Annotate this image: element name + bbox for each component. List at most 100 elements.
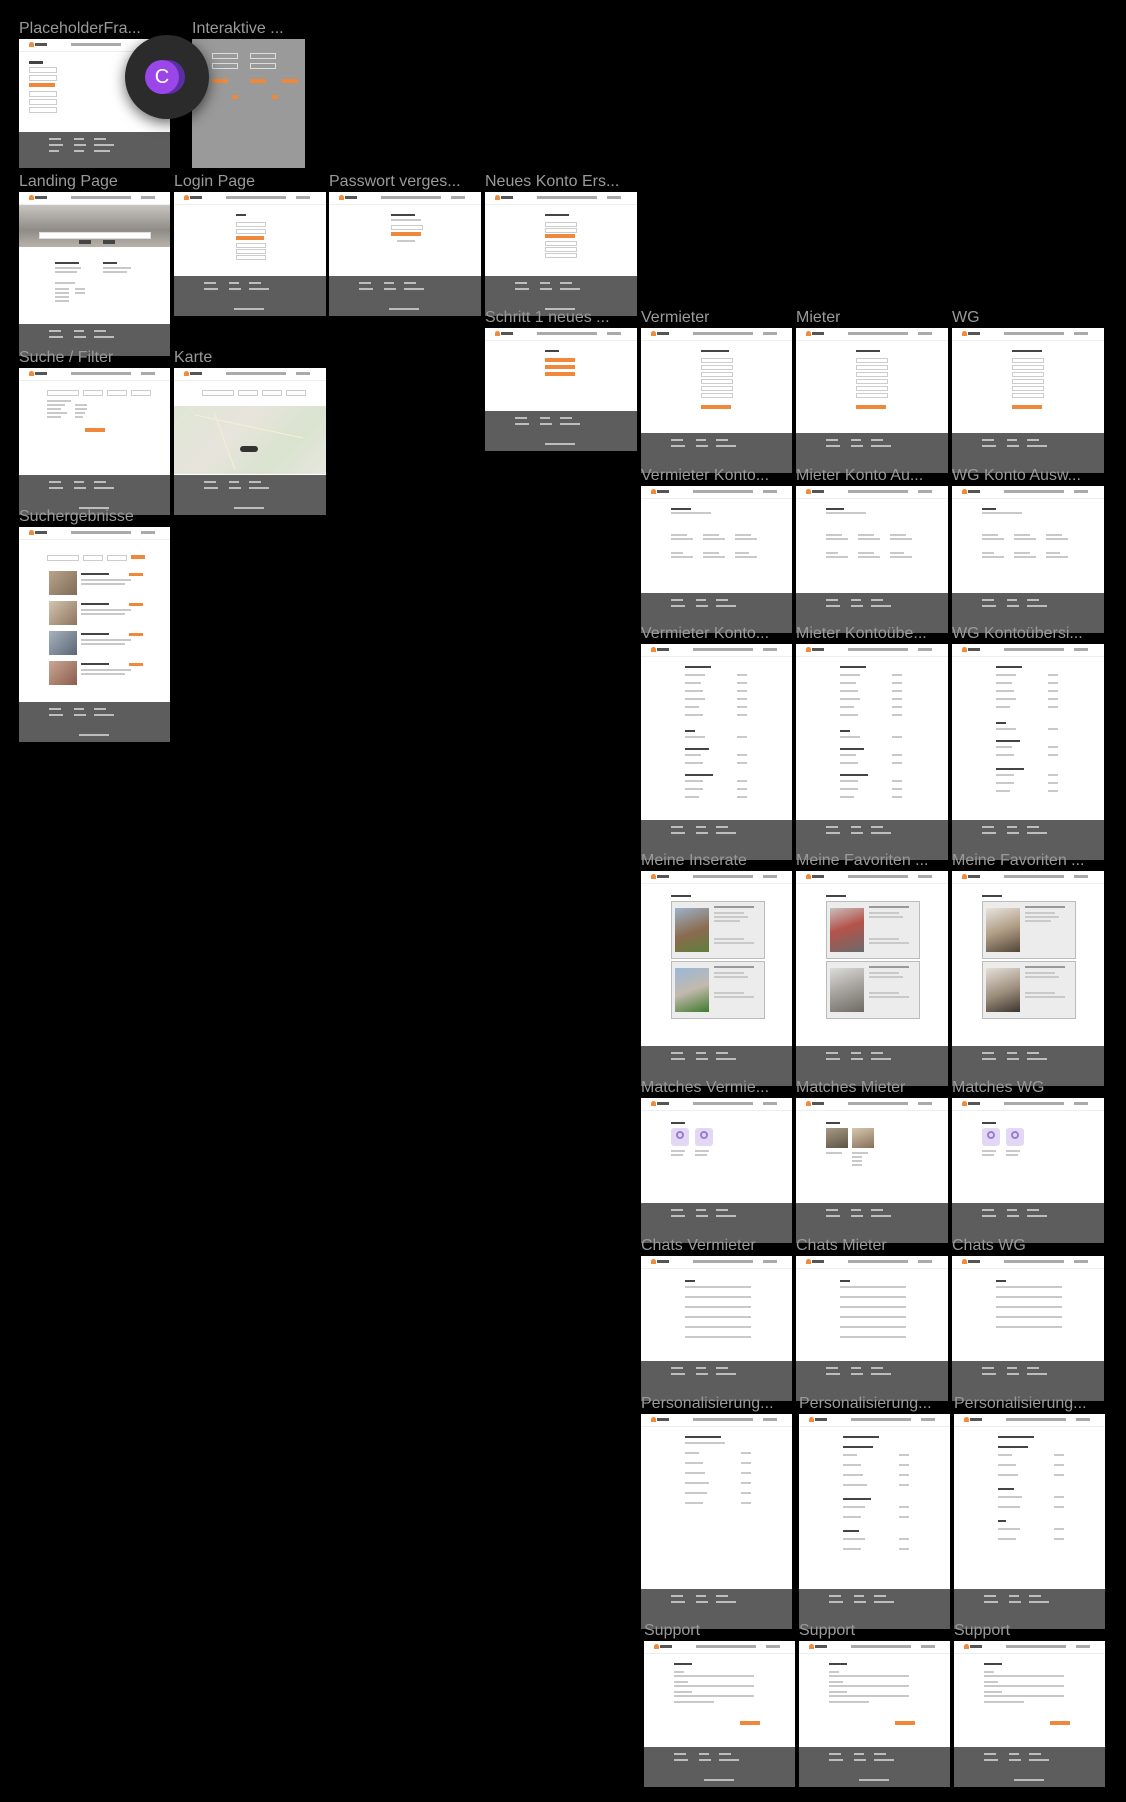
logo-icon [651, 489, 669, 494]
frame-thumbnail [19, 527, 170, 742]
frame-thumbnail [641, 1256, 792, 1401]
frame-label: Meine Favoriten ... [952, 852, 1085, 869]
hero-image [19, 205, 170, 247]
frame-support-vermieter[interactable]: Support [644, 1622, 795, 1787]
frame-matches-mieter[interactable]: Matches Mieter [796, 1079, 948, 1243]
frame-thumbnail [641, 1414, 792, 1629]
logo-icon [964, 1417, 982, 1422]
frame-mieter-konto-uebersicht[interactable]: Mieter Kontoübe... [796, 625, 948, 860]
frame-thumbnail [952, 871, 1104, 1086]
frame-chats-vermieter[interactable]: Chats Vermieter [641, 1237, 792, 1401]
frame-chats-wg[interactable]: Chats WG [952, 1237, 1104, 1401]
logo-icon [651, 331, 669, 336]
logo-icon [651, 1259, 669, 1264]
frame-thumbnail [641, 328, 792, 473]
frame-vermieter-konto-auswahl[interactable]: Vermieter Konto... [641, 467, 792, 633]
match-avatar-icon [982, 1128, 1000, 1146]
frame-label: WG Konto Ausw... [952, 467, 1081, 484]
frame-label: Meine Inserate [641, 852, 747, 869]
map-pin-icon [240, 446, 258, 452]
logo-icon [806, 647, 824, 652]
logo-icon [29, 42, 47, 47]
frame-thumbnail [641, 1098, 792, 1243]
frame-meine-inserate[interactable]: Meine Inserate [641, 852, 792, 1086]
collaborator-initial: C [145, 60, 179, 94]
frame-label: Karte [174, 349, 213, 366]
frame-wg-konto-auswahl[interactable]: WG Konto Ausw... [952, 467, 1104, 633]
frame-label: Chats Mieter [796, 1237, 887, 1254]
frame-thumbnail [641, 644, 792, 860]
frame-meine-favoriten-wg[interactable]: Meine Favoriten ... [952, 852, 1104, 1086]
frame-thumbnail [952, 1256, 1104, 1401]
frame-thumbnail [644, 1641, 795, 1787]
frame-vermieter-konto-uebersicht[interactable]: Vermieter Konto... [641, 625, 792, 860]
logo-icon [962, 1259, 980, 1264]
logo-icon [29, 530, 47, 535]
frame-thumbnail [954, 1641, 1105, 1787]
frame-support-wg[interactable]: Support [954, 1622, 1105, 1787]
frame-login-page[interactable]: Login Page [174, 173, 326, 316]
frame-label: Personalisierung... [954, 1395, 1087, 1412]
frame-label: Vermieter Konto... [641, 625, 770, 642]
frame-label: Matches Mieter [796, 1079, 906, 1096]
frame-label: Passwort verges... [329, 173, 461, 190]
frame-thumbnail [954, 1414, 1105, 1629]
frame-schritt-1[interactable]: Schritt 1 neues ... [485, 309, 637, 451]
frame-label: Neues Konto Ers... [485, 173, 620, 190]
frame-label: Matches Vermie... [641, 1079, 770, 1096]
frame-thumbnail [799, 1641, 950, 1787]
frame-label: Chats WG [952, 1237, 1026, 1254]
logo-icon [962, 489, 980, 494]
frame-thumbnail [19, 192, 170, 356]
frame-label: Meine Favoriten ... [796, 852, 929, 869]
logo-icon [806, 489, 824, 494]
frame-label: Support [799, 1622, 856, 1639]
frame-mieter[interactable]: Mieter [796, 309, 948, 473]
frame-thumbnail [641, 486, 792, 633]
logo-icon [339, 195, 357, 200]
match-avatar-icon [671, 1128, 689, 1146]
frame-label: WG [952, 309, 980, 326]
frame-matches-vermieter[interactable]: Matches Vermie... [641, 1079, 792, 1243]
logo-icon [651, 1101, 669, 1106]
frame-thumbnail [796, 1098, 948, 1243]
frame-thumbnail [952, 644, 1104, 860]
logo-icon [962, 874, 980, 879]
frame-thumbnail [796, 644, 948, 860]
frame-label: WG Kontoübersi... [952, 625, 1083, 642]
frame-thumbnail [329, 192, 481, 316]
logo-icon [651, 874, 669, 879]
frame-suchergebnisse[interactable]: Suchergebnisse [19, 508, 170, 742]
frame-thumbnail [799, 1414, 950, 1629]
frame-label: Schritt 1 neues ... [485, 309, 610, 326]
frame-label: Login Page [174, 173, 255, 190]
logo-icon [962, 647, 980, 652]
frame-label: Landing Page [19, 173, 118, 190]
frame-neues-konto[interactable]: Neues Konto Ers... [485, 173, 637, 316]
frame-personalisierung-mieter[interactable]: Personalisierung... [799, 1395, 950, 1629]
frame-chats-mieter[interactable]: Chats Mieter [796, 1237, 948, 1401]
frame-thumbnail [485, 328, 637, 451]
logo-icon [962, 1101, 980, 1106]
logo-icon [654, 1644, 672, 1649]
frame-vermieter[interactable]: Vermieter [641, 309, 792, 473]
frame-wg[interactable]: WG [952, 309, 1104, 473]
frame-label: Personalisierung... [799, 1395, 932, 1412]
frame-landing-page[interactable]: Landing Page [19, 173, 170, 356]
frame-personalisierung-wg[interactable]: Personalisierung... [954, 1395, 1105, 1629]
frame-label: Interaktive ... [192, 20, 284, 37]
collaborator-avatar[interactable]: C [125, 35, 209, 119]
frame-meine-favoriten-mieter[interactable]: Meine Favoriten ... [796, 852, 948, 1086]
frame-karte[interactable]: Karte [174, 349, 326, 515]
frame-mieter-konto-auswahl[interactable]: Mieter Konto Au... [796, 467, 948, 633]
frame-interaktive[interactable]: Interaktive ... [192, 20, 305, 168]
frame-passwort-vergessen[interactable]: Passwort verges... [329, 173, 481, 316]
logo-icon [809, 1417, 827, 1422]
frame-wg-konto-uebersicht[interactable]: WG Kontoübersi... [952, 625, 1104, 860]
frame-thumbnail [796, 1256, 948, 1401]
frame-matches-wg[interactable]: Matches WG [952, 1079, 1104, 1243]
frame-personalisierung-vermieter[interactable]: Personalisierung... [641, 1395, 792, 1629]
frame-support-mieter[interactable]: Support [799, 1622, 950, 1787]
frame-suche-filter[interactable]: Suche / Filter [19, 349, 170, 515]
logo-icon [962, 331, 980, 336]
